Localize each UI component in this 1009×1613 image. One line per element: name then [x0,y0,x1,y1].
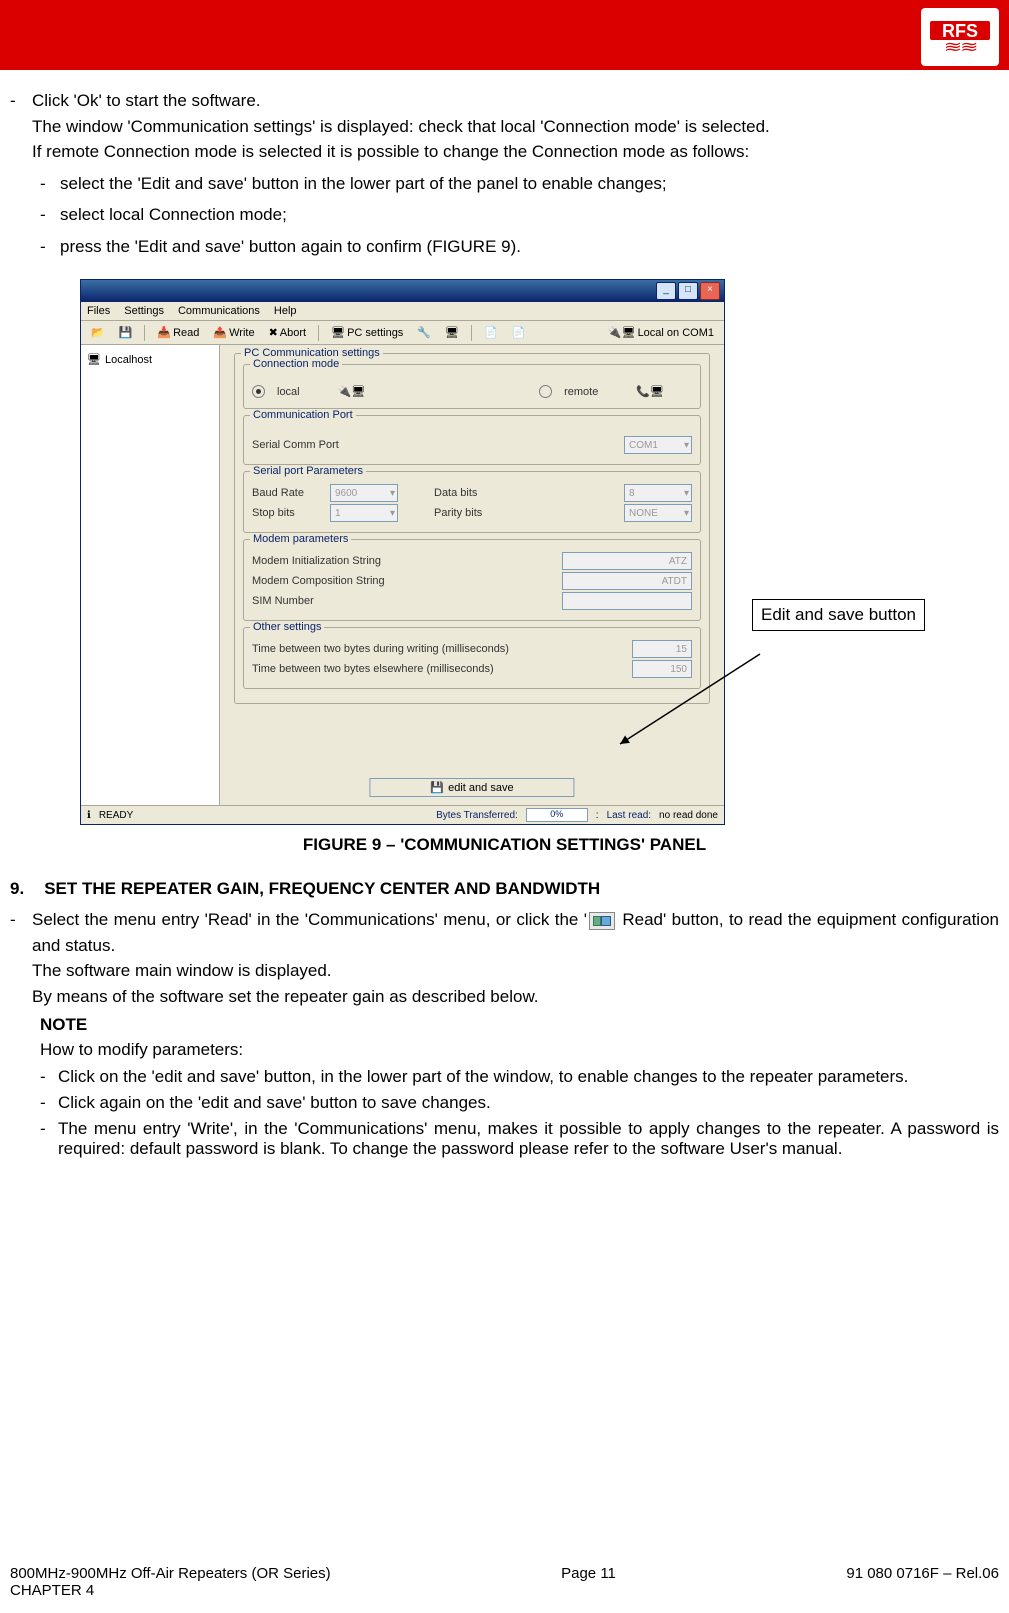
text-s9-l1a: Select the menu entry 'Read' in the 'Com… [32,910,587,929]
app-window: _ □ × Files Settings Communications Help… [80,279,725,825]
note-item-1: Click on the 'edit and save' button, in … [58,1067,999,1087]
input-modem-init[interactable]: ATZ [562,552,692,570]
save-icon: 💾 [430,781,444,794]
group-pc-comm: PC Communication settings Connection mod… [234,353,710,704]
rfs-logo: RFS ≋≋ [921,8,999,66]
combo-parity[interactable]: NONE▾ [624,504,692,522]
menu-help[interactable]: Help [274,305,297,317]
tool-icon-3[interactable]: 📄 [480,324,502,341]
bullet-s9-read: Select the menu entry 'Read' in the 'Com… [32,907,999,1009]
pc-settings-button[interactable]: 🖥 PC settings [327,324,407,341]
abort-button[interactable]: ✖ Abort [265,324,311,341]
note-item-2: Click again on the 'edit and save' butto… [58,1093,999,1113]
toolbar: 📂 💾 📥 Read 📤 Write ✖ Abort 🖥 PC settings… [81,321,724,345]
menu-settings[interactable]: Settings [124,305,164,317]
bullet-select-local: select local Connection mode; [60,202,999,228]
combo-com-port[interactable]: COM1▾ [624,436,692,454]
status-ready: READY [99,810,133,821]
maximize-button[interactable]: □ [678,282,698,300]
menubar: Files Settings Communications Help [81,302,724,321]
header-bar: RFS ≋≋ [0,0,1009,70]
bullet-select-edit: select the 'Edit and save' button in the… [60,171,999,197]
input-t1[interactable]: 15 [632,640,692,658]
group-modem: Modem parameters Modem Initialization St… [243,539,701,621]
local-status: 🔌🖥 Local on COM1 [604,324,718,341]
input-sim[interactable] [562,592,692,610]
footer-left: 800MHz-900MHz Off-Air Repeaters (OR Seri… [10,1565,331,1599]
section-title: SET THE REPEATER GAIN, FREQUENCY CENTER … [44,879,600,899]
text-l1c: If remote Connection mode is selected it… [32,142,749,161]
text-s9-l3: By means of the software set the repeate… [32,987,539,1006]
group-other: Other settings Time between two bytes du… [243,627,701,689]
statusbar: ℹ READY Bytes Transferred: 0% : Last rea… [81,805,724,824]
write-button[interactable]: 📤 Write [209,324,258,341]
tool-icon-4[interactable]: 📄 [508,324,530,341]
note-heading: NOTE [40,1015,999,1035]
save-icon[interactable]: 💾 [115,324,137,341]
read-icon [589,912,615,930]
status-icon: ℹ [87,810,91,821]
tool-icon-2[interactable]: 🖥 [441,324,463,341]
input-modem-comp[interactable]: ATDT [562,572,692,590]
open-icon[interactable]: 📂 [87,324,109,341]
minimize-button[interactable]: _ [656,282,676,300]
status-bytes-label: Bytes Transferred: [436,810,518,821]
page-footer: 800MHz-900MHz Off-Air Repeaters (OR Seri… [0,1565,1009,1599]
logo-text: RFS [930,21,990,40]
input-t2[interactable]: 150 [632,660,692,678]
titlebar: _ □ × [81,280,724,302]
computer-icon: 🖥 [87,353,101,366]
note-intro: How to modify parameters: [40,1037,999,1063]
local-icon: 🔌🖥 [338,385,366,398]
remote-icon: 📞🖥 [636,385,664,398]
status-lastread-val: no read done [659,810,718,821]
radio-local[interactable] [252,385,265,398]
combo-databits[interactable]: 8▾ [624,484,692,502]
close-button[interactable]: × [700,282,720,300]
footer-center: Page 11 [561,1565,616,1599]
group-conn-mode: Connection mode local 🔌🖥 remote 📞🖥 [243,364,701,409]
combo-stopbits[interactable]: 1▾ [330,504,398,522]
text-l1b: The window 'Communication settings' is d… [32,117,770,136]
callout-edit-save: Edit and save button [752,599,925,631]
figure-caption: FIGURE 9 – 'COMMUNICATION SETTINGS' PANE… [10,835,999,855]
section-number: 9. [10,879,24,899]
footer-right: 91 080 0716F – Rel.06 [846,1565,999,1599]
read-button[interactable]: 📥 Read [153,324,203,341]
text-s9-l2: The software main window is displayed. [32,961,332,980]
status-lastread-label: Last read: [607,810,651,821]
text-l1: Click 'Ok' to start the software. [32,91,261,110]
radio-remote[interactable] [539,385,552,398]
progress-bar: 0% [526,808,588,822]
tree-pane: 🖥 Localhost [81,345,220,805]
tool-icon-1[interactable]: 🔧 [413,324,435,341]
bullet-press-edit: press the 'Edit and save' button again t… [60,234,999,260]
menu-files[interactable]: Files [87,305,110,317]
note-item-3: The menu entry 'Write', in the 'Communic… [58,1119,999,1159]
menu-communications[interactable]: Communications [178,305,260,317]
combo-baud[interactable]: 9600▾ [330,484,398,502]
logo-waves-icon: ≋≋ [944,42,977,52]
tree-localhost[interactable]: 🖥 Localhost [85,351,215,368]
edit-and-save-button[interactable]: 💾 edit and save [369,778,574,797]
group-comm-port: Communication Port Serial Comm Port COM1… [243,415,701,465]
group-serial-params: Serial port Parameters Baud Rate 9600▾ D… [243,471,701,533]
bullet-click-ok: Click 'Ok' to start the software. The wi… [32,88,999,259]
main-pane: PC Communication settings Connection mod… [220,345,724,805]
